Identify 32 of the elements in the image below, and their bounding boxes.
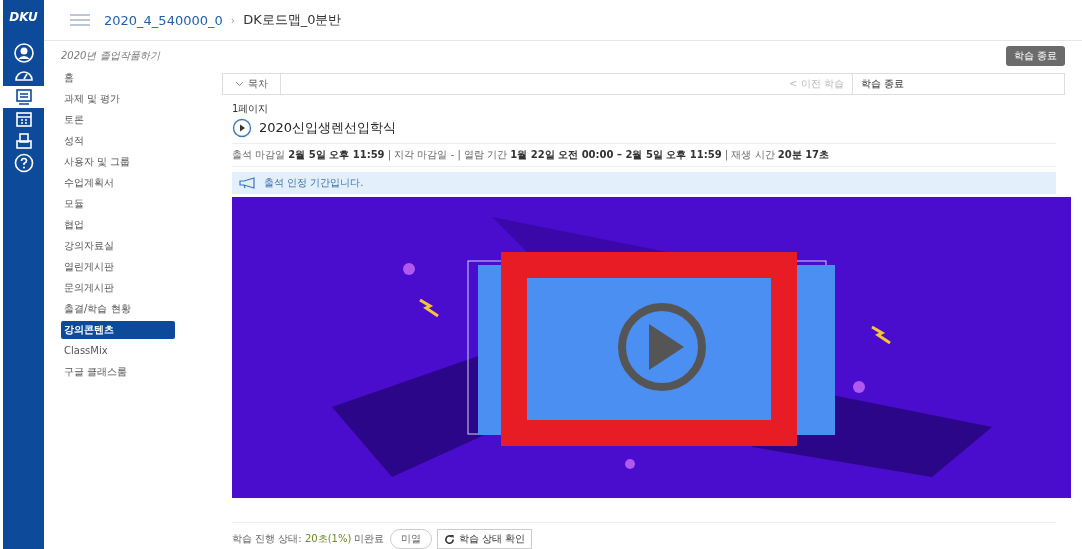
megaphone-icon bbox=[239, 177, 257, 189]
course-nav-link[interactable]: 토론 bbox=[61, 111, 175, 129]
course-nav-link[interactable]: 사용자 및 그룹 bbox=[61, 153, 175, 171]
breadcrumb-separator: › bbox=[230, 13, 236, 27]
course-nav-link[interactable]: 모듈 bbox=[61, 195, 175, 213]
refresh-icon bbox=[443, 533, 455, 545]
breadcrumb-current: DK로드맵_0분반 bbox=[243, 11, 342, 29]
course-nav-link[interactable]: 수업계획서 bbox=[61, 174, 175, 192]
term-label: 2020년 졸업작품하기 bbox=[61, 49, 160, 63]
chevron-down-icon bbox=[235, 81, 244, 88]
progress-status-text: 학습 진행 상태: 20초(1%) 미완료 bbox=[232, 532, 385, 546]
course-nav-link[interactable]: 과제 및 평가 bbox=[61, 90, 175, 108]
video-player-drawing[interactable] bbox=[232, 197, 1071, 498]
course-nav-link[interactable]: ClassMix bbox=[61, 342, 175, 360]
course-nav-link[interactable]: 협업 bbox=[61, 216, 175, 234]
course-nav-link[interactable]: 출결/학습 현황 bbox=[61, 300, 175, 318]
notice-text: 출석 인정 기간입니다. bbox=[264, 176, 364, 190]
breadcrumb-link[interactable]: 2020_4_540000_0 bbox=[104, 12, 223, 28]
course-nav-link[interactable]: 구글 클래스룸 bbox=[61, 363, 175, 381]
course-nav-link[interactable]: 강의자료실 bbox=[61, 237, 175, 255]
content-title: 2020신입생렌선입학식 bbox=[259, 119, 397, 137]
schedule-info: 출석 마감일 2월 5일 오후 11:59 | 지각 마감일 - | 열람 기간 1월 22일 오전 00:00 – 2월 5일 오후 11:59 | 재생 시간 20분 17초 bbox=[232, 144, 1056, 167]
course-nav-link[interactable]: 열린게시판 bbox=[61, 258, 175, 276]
check-status-button[interactable]: 학습 상태 확인 bbox=[436, 529, 532, 549]
play-circle-icon bbox=[232, 118, 252, 138]
course-nav-link[interactable]: 성적 bbox=[61, 132, 175, 150]
course-nav-link[interactable]: 강의콘텐츠 bbox=[61, 321, 175, 339]
logo[interactable]: DKU bbox=[9, 10, 38, 42]
end-learning-button[interactable]: 학습 종료 bbox=[1005, 46, 1065, 66]
course-nav-link[interactable]: 홈 bbox=[61, 69, 175, 87]
course-nav-link[interactable]: 문의게시판 bbox=[61, 279, 175, 297]
page-label: 1페이지 bbox=[232, 102, 270, 116]
